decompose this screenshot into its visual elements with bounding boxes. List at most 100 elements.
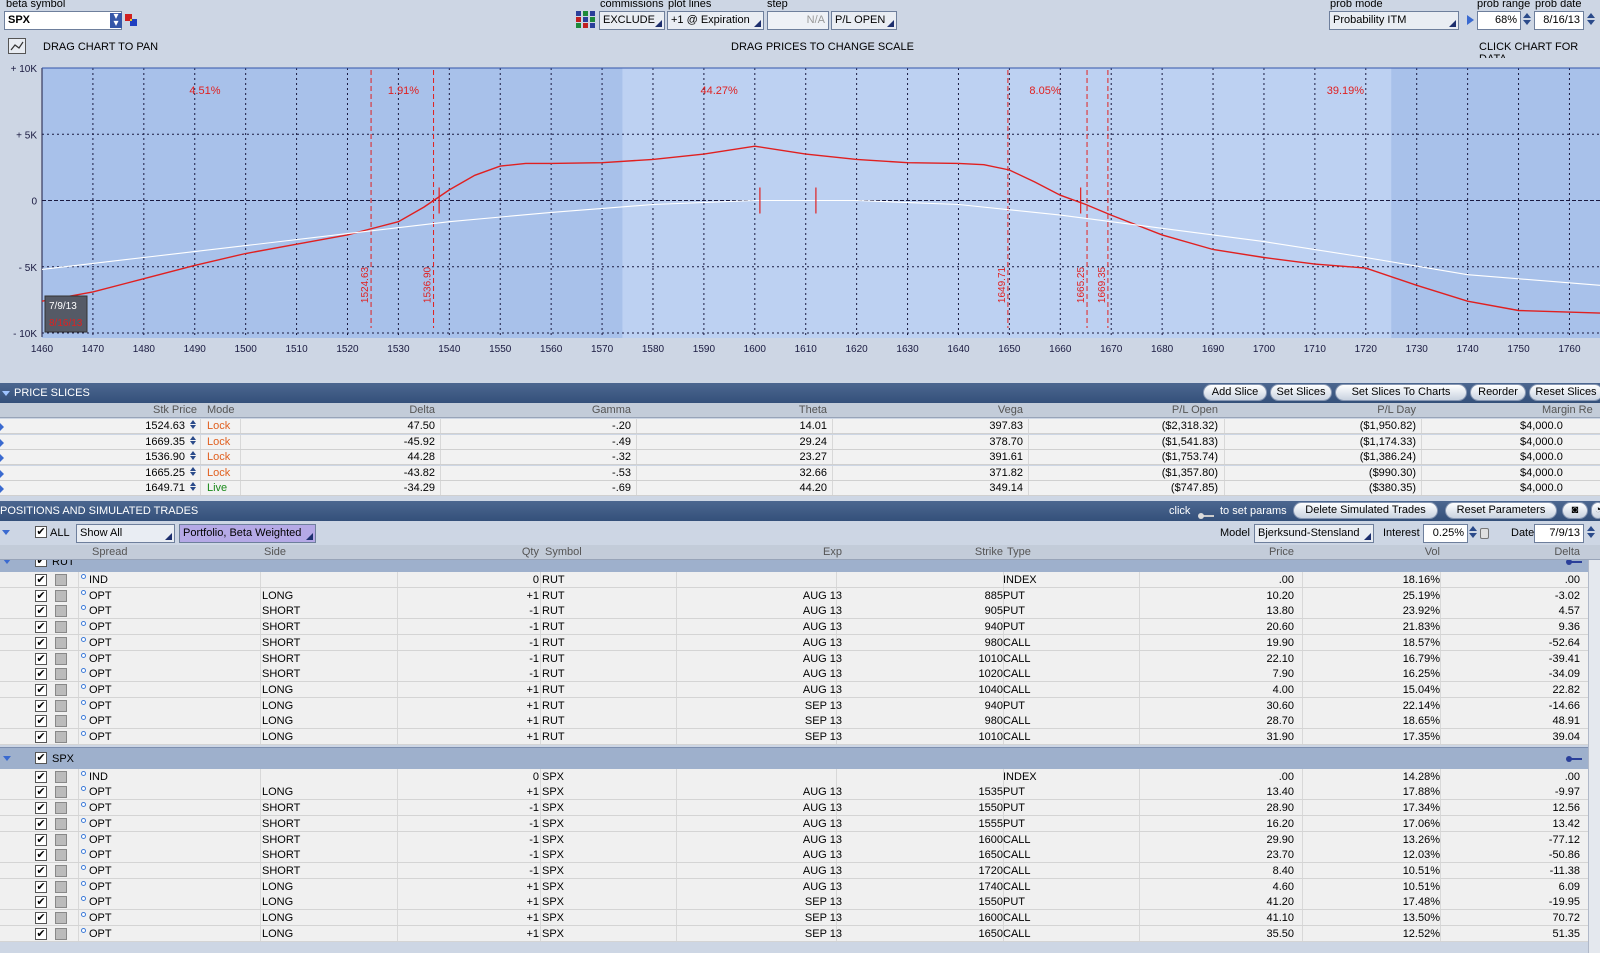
stk-price-spinner[interactable] [188,419,197,434]
position-row[interactable]: ✔ OPT SHORT -1 RUT AUG 13 940 PUT 20.60 21.83% 9.3… [0,619,1600,636]
interest-field[interactable]: 0.25% [1423,524,1468,543]
col-symbol[interactable]: Symbol [545,546,582,558]
position-row[interactable]: ✔ OPT LONG +1 RUT SEP 13 940 PUT 30.60 22.14% -14.… [0,697,1600,714]
stk-price-spinner[interactable] [188,466,197,481]
commissions-dropdown[interactable]: EXCLUDE [599,11,665,30]
position-group-header[interactable]: ✔ RUT [0,560,1600,572]
set-slices-button[interactable]: Set Slices [1270,384,1332,401]
col-pl-day[interactable]: P/L Day [1300,404,1416,416]
col-pl-open[interactable]: P/L Open [1100,404,1218,416]
row-lock-box[interactable] [55,683,67,696]
position-row[interactable]: ✔ OPT LONG +1 SPX SEP 13 1650 CALL 35.50 12.52% 51… [0,925,1600,942]
row-lock-box[interactable] [55,715,67,728]
position-row[interactable]: ✔ OPT SHORT -1 RUT AUG 13 1020 CALL 7.90 16.25% -3… [0,666,1600,683]
row-lock-box[interactable] [55,605,67,618]
col-price[interactable]: Price [1200,546,1294,558]
col-margin[interactable]: Margin Re [1542,404,1593,416]
row-lock-box[interactable] [55,621,67,634]
row-lock-box[interactable] [55,896,67,909]
date-field[interactable]: 7/9/13 [1534,524,1584,543]
position-row[interactable]: ✔ OPT LONG +1 SPX AUG 13 1535 PUT 13.40 17.88% -9.… [0,784,1600,801]
row-checkbox[interactable]: ✔ [35,652,47,665]
position-row[interactable]: ✔ OPT LONG +1 SPX SEP 13 1550 PUT 41.20 17.48% -19… [0,894,1600,911]
position-row[interactable]: ✔ OPT SHORT -1 SPX AUG 13 1650 CALL 23.70 12.03% -… [0,847,1600,864]
row-lock-box[interactable] [55,817,67,830]
expand-all-icon[interactable] [2,530,10,535]
mode-cell[interactable]: Lock [207,451,257,463]
row-checkbox[interactable]: ✔ [35,817,47,830]
col-theta[interactable]: Theta [700,404,827,416]
prob-date-field[interactable]: 8/16/13 [1534,11,1584,30]
col-type[interactable]: Type [1007,546,1031,558]
row-lock-box[interactable] [55,833,67,846]
row-lock-box[interactable] [55,770,67,783]
reset-parameters-button[interactable]: Reset Parameters [1445,502,1557,519]
stk-price-cell[interactable]: 1669.35 [60,436,185,448]
row-checkbox[interactable]: ✔ [35,927,47,940]
row-expand-icon[interactable] [0,454,4,462]
row-lock-box[interactable] [55,849,67,862]
step-field[interactable]: N/A [767,11,829,30]
row-lock-box[interactable] [55,574,67,586]
row-lock-box[interactable] [55,880,67,893]
vertical-scrollbar[interactable] [1588,560,1600,953]
symbol-dropdown-icon[interactable]: ▾ ▾ [110,12,122,29]
col-mode[interactable]: Mode [207,404,235,416]
position-row[interactable]: ✔ OPT SHORT -1 RUT AUG 13 905 PUT 13.80 23.92% 4.5… [0,603,1600,620]
beta-symbol-field[interactable]: SPX [4,11,122,30]
collapse-arrow-icon[interactable] [2,391,10,396]
model-dropdown[interactable]: Bjerksund-Stensland [1254,524,1374,543]
row-lock-box[interactable] [55,802,67,815]
row-checkbox[interactable]: ✔ [35,621,47,634]
reorder-button[interactable]: Reorder [1470,384,1526,401]
lock-icon[interactable] [1480,528,1489,539]
row-checkbox[interactable]: ✔ [35,880,47,893]
symbol-lookup-icon[interactable] [125,14,137,26]
group-checkbox[interactable]: ✔ [35,751,47,764]
row-checkbox[interactable]: ✔ [35,912,47,924]
row-expand-icon[interactable] [0,469,4,478]
risk-profile-svg[interactable]: 1460 1470 1480 1490 1500 1510 1520 1530 1540 1550… [0,58,1600,376]
play-arrow-icon[interactable] [1467,15,1474,25]
row-checkbox[interactable]: ✔ [35,605,47,618]
stk-price-spinner[interactable] [188,435,197,450]
stk-price-cell[interactable]: 1665.25 [60,467,185,479]
row-lock-box[interactable] [55,731,67,743]
row-checkbox[interactable]: ✔ [35,668,47,681]
row-checkbox[interactable]: ✔ [35,896,47,909]
position-row[interactable]: ✔ IND 0 RUT INDEX .00 18.16% .00 [0,572,1600,588]
row-lock-box[interactable] [55,864,67,877]
price-slice-row[interactable]: 1536.90 Lock 44.28 -.32 23.27 391.61 ($1,753.7… [0,450,1600,465]
row-lock-box[interactable] [55,636,67,649]
position-row[interactable]: ✔ OPT LONG +1 RUT SEP 13 1010 CALL 31.90 17.35% 39… [0,729,1600,745]
col-stk-price[interactable]: Stk Price [100,404,197,416]
row-checkbox[interactable]: ✔ [35,636,47,649]
row-checkbox[interactable]: ✔ [35,589,47,602]
row-lock-box[interactable] [55,652,67,665]
stk-price-spinner[interactable] [188,481,197,496]
stk-price-cell[interactable]: 1536.90 [60,451,185,463]
show-filter-dropdown[interactable]: Show All [76,524,175,543]
col-delta[interactable]: Delta [300,404,435,416]
group-collapse-icon[interactable] [3,755,11,761]
date-spinner[interactable] [1586,524,1595,543]
col-strike[interactable]: Strike [900,546,1003,558]
reset-slices-button[interactable]: Reset Slices [1529,384,1600,401]
row-checkbox[interactable]: ✔ [35,731,47,743]
col-vega[interactable]: Vega [900,404,1023,416]
position-row[interactable]: ✔ OPT LONG +1 RUT AUG 13 1040 CALL 4.00 15.04% 22.… [0,681,1600,698]
prob-range-field[interactable]: 68% [1477,11,1521,30]
mode-cell[interactable]: Live [207,482,257,494]
stk-price-cell[interactable]: 1649.71 [60,482,185,494]
col-side[interactable]: Side [264,546,286,558]
plot-lines-dropdown[interactable]: +1 @ Expiration [667,11,764,30]
row-lock-box[interactable] [55,668,67,681]
delete-simulated-trades-button[interactable]: Delete Simulated Trades [1293,502,1438,519]
position-row[interactable]: ✔ OPT SHORT -1 RUT AUG 13 1010 CALL 22.10 16.79% -… [0,650,1600,667]
row-lock-box[interactable] [55,927,67,940]
position-row[interactable]: ✔ OPT LONG +1 RUT SEP 13 980 CALL 28.70 18.65% 48.… [0,713,1600,730]
row-lock-box[interactable] [55,912,67,924]
position-row[interactable]: ✔ OPT LONG +1 RUT AUG 13 885 PUT 10.20 25.19% -3.0… [0,587,1600,604]
position-row[interactable]: ✔ IND 0 SPX INDEX .00 14.28% .00 [0,768,1600,785]
position-row[interactable]: ✔ OPT SHORT -1 SPX AUG 13 1600 CALL 29.90 13.26% -… [0,831,1600,848]
